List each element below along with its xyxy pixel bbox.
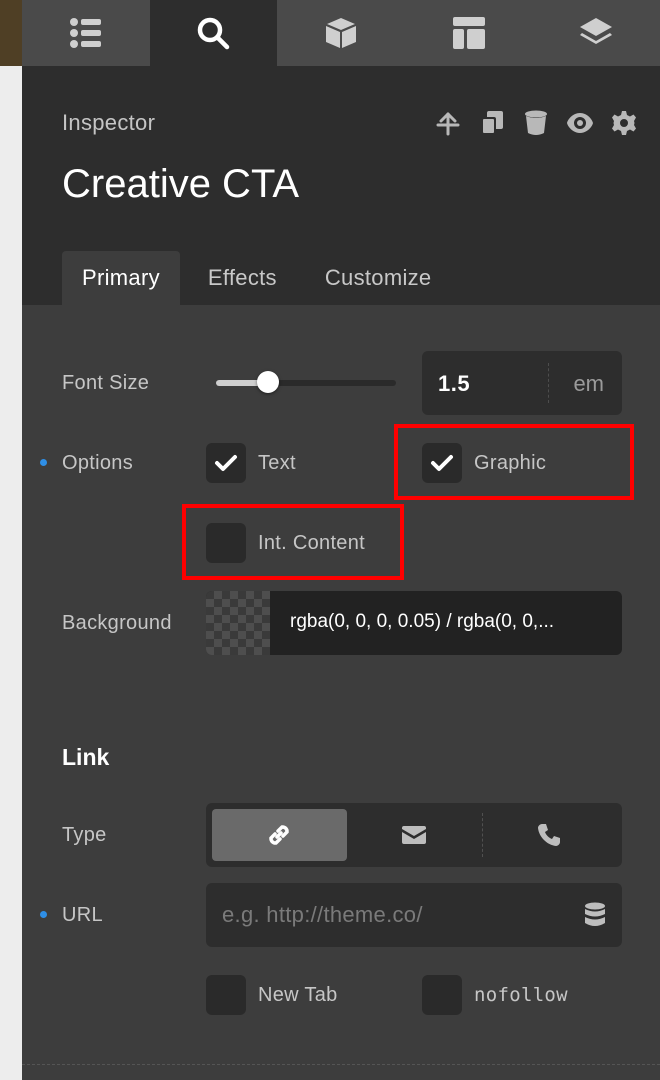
color-swatch[interactable]: [206, 591, 270, 655]
search-icon: [198, 17, 230, 50]
nav-elements-button[interactable]: [277, 0, 405, 66]
url-label: URL: [62, 904, 103, 926]
section-divider: [22, 1064, 660, 1065]
visibility-icon: [567, 113, 593, 133]
link-type-url-button[interactable]: [212, 809, 347, 861]
text-checkbox[interactable]: [206, 443, 246, 483]
layers-icon: [580, 18, 613, 44]
new-tab-label[interactable]: New Tab: [258, 984, 338, 1007]
list-icon: [69, 18, 101, 48]
canvas-edge: [0, 0, 22, 1080]
inspector-tabs: Primary Effects Customize: [62, 251, 459, 305]
layout-icon: [452, 17, 485, 49]
inspector-header: Inspector Creative CTA Primary Effects C…: [22, 66, 660, 305]
link-type-selector: [206, 803, 622, 867]
inspector-panel: Inspector Creative CTA Primary Effects C…: [22, 0, 660, 1080]
modified-indicator-dot: [40, 911, 47, 918]
font-size-unit[interactable]: em: [573, 371, 604, 397]
options-label: Options: [62, 452, 134, 474]
arrow-up-icon: [436, 112, 460, 136]
new-tab-checkbox[interactable]: [206, 975, 246, 1015]
nav-inspector-button[interactable]: [149, 0, 278, 66]
delete-button[interactable]: [514, 106, 558, 140]
duplicate-icon: [481, 111, 503, 135]
background-label: Background: [62, 612, 172, 634]
link-icon: [269, 825, 290, 845]
tab-effects[interactable]: Effects: [188, 251, 297, 305]
select-parent-button[interactable]: [426, 106, 470, 140]
canvas-preview: [0, 0, 22, 66]
element-title: Creative CTA: [62, 162, 300, 206]
url-input[interactable]: [206, 883, 622, 947]
element-toolbar: [426, 106, 646, 140]
database-icon: [585, 902, 605, 926]
duplicate-button[interactable]: [470, 106, 514, 140]
nofollow-checkbox[interactable]: [422, 975, 462, 1015]
link-type-label: Type: [62, 824, 107, 846]
text-option-label[interactable]: Text: [258, 452, 296, 475]
delete-icon: [525, 110, 547, 135]
visibility-button[interactable]: [558, 106, 602, 140]
dynamic-content-button[interactable]: [584, 902, 606, 933]
tab-customize[interactable]: Customize: [305, 251, 452, 305]
top-nav: [22, 0, 660, 66]
mail-icon: [402, 826, 426, 844]
link-section-title: Link: [62, 744, 110, 770]
background-value: rgba(0, 0, 0, 0.05) / rgba(0, 0,...: [290, 611, 555, 632]
modified-indicator-dot: [40, 459, 47, 466]
highlight-box-int-content: [182, 504, 404, 580]
highlight-box-graphic: [394, 424, 634, 500]
nav-layers-button[interactable]: [532, 0, 660, 66]
input-divider: [548, 363, 549, 403]
phone-icon: [537, 824, 560, 846]
font-size-label: Font Size: [62, 372, 150, 394]
nav-outline-button[interactable]: [22, 0, 150, 66]
tab-primary[interactable]: Primary: [62, 251, 180, 305]
font-size-value: 1.5: [438, 371, 471, 396]
settings-icon: [612, 111, 636, 135]
nofollow-label[interactable]: nofollow: [474, 984, 568, 1006]
inspector-label: Inspector: [62, 110, 156, 135]
checkmark-icon: [215, 455, 237, 471]
background-color-field[interactable]: rgba(0, 0, 0, 0.05) / rgba(0, 0,...: [206, 591, 622, 655]
link-type-phone-button[interactable]: [481, 809, 616, 861]
slider-handle[interactable]: [257, 371, 280, 393]
nav-layout-button[interactable]: [405, 0, 533, 66]
font-size-input[interactable]: 1.5 em: [422, 351, 622, 415]
font-size-slider[interactable]: [216, 380, 396, 386]
cube-icon: [325, 18, 356, 48]
settings-button[interactable]: [602, 106, 646, 140]
link-type-email-button[interactable]: [347, 809, 482, 861]
